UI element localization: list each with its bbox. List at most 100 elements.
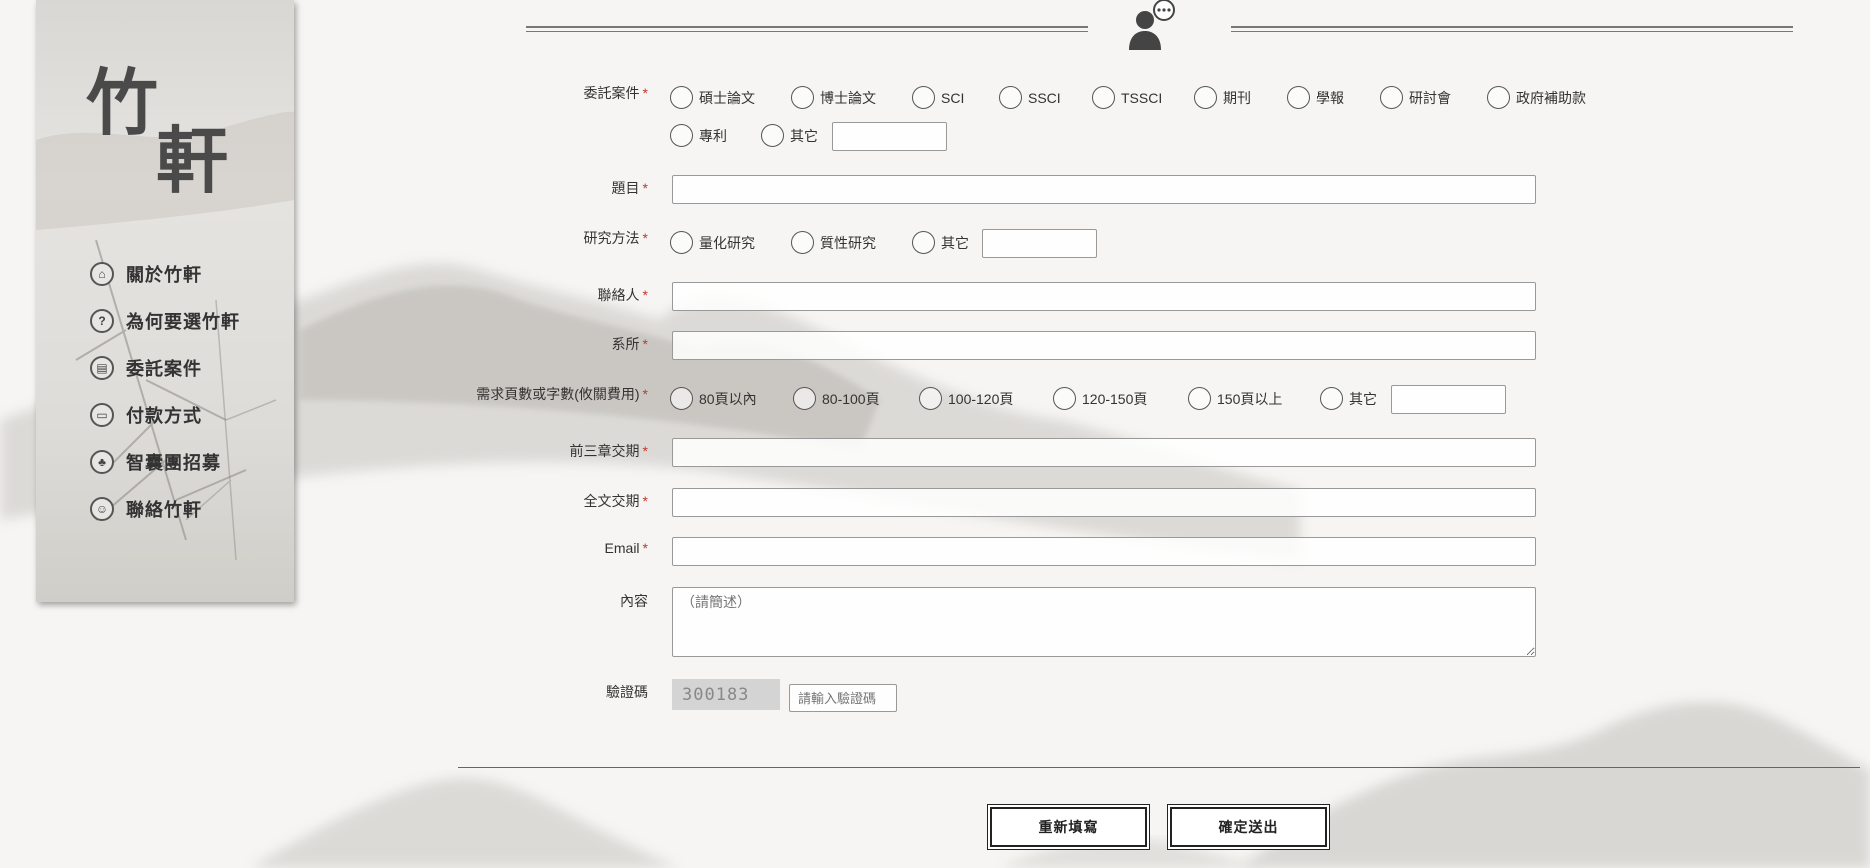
sidebar-item-payment[interactable]: ▭ 付款方式 [90,391,240,438]
radio-label: 專利 [699,127,727,144]
reset-button[interactable]: 重新填寫 [987,804,1150,850]
radio-circle[interactable] [791,231,814,254]
radio-label: SCI [941,89,965,106]
radio-circle[interactable] [1487,86,1510,109]
captcha-image: 300183 [672,679,780,710]
email-input[interactable] [672,537,1536,566]
radio-circle[interactable] [793,387,816,410]
radio-circle[interactable] [1194,86,1217,109]
department-input[interactable] [672,331,1536,360]
radio-label: 期刊 [1223,89,1251,106]
radio-circle[interactable] [912,86,935,109]
sidebar-item-contact[interactable]: ☺ 聯絡竹軒 [90,485,240,532]
team-icon: ♣ [90,449,114,474]
radio-circle[interactable] [912,231,935,254]
radio-circle[interactable] [1287,86,1310,109]
radio-label: TSSCI [1121,89,1163,106]
method-other-input[interactable] [982,229,1097,258]
submit-button[interactable]: 確定送出 [1167,804,1330,850]
sidebar-item-why[interactable]: ? 為何要選竹軒 [90,297,240,344]
radio-circle[interactable] [670,231,693,254]
method-label-text: 研究方法 [583,230,640,246]
pages-option-80-100[interactable]: 80-100頁 [793,387,880,410]
case-type-option-journal[interactable]: 期刊 [1194,86,1251,109]
radio-circle[interactable] [791,86,814,109]
radio-label: 150頁以上 [1217,390,1283,407]
radio-label: 學報 [1316,89,1344,106]
radio-circle[interactable] [999,86,1022,109]
title-input[interactable] [672,175,1536,204]
pages-label: 需求頁數或字數(攸關費用) * [476,384,648,404]
case-type-option-ssci[interactable]: SSCI [999,86,1061,109]
captcha-input[interactable] [789,684,897,712]
department-label-text: 系所 [611,336,640,352]
first3-deadline-input[interactable] [672,438,1536,467]
case-type-option-sci[interactable]: SCI [912,86,964,109]
required-mark: * [642,85,648,101]
radio-circle[interactable] [1092,86,1115,109]
content-textarea[interactable] [672,587,1536,657]
sidebar-item-label: 委託案件 [126,358,202,380]
pages-other-input[interactable] [1391,385,1506,414]
radio-circle[interactable] [1188,387,1211,410]
radio-label: 其它 [1349,390,1377,407]
radio-circle[interactable] [919,387,942,410]
sidebar-item-cases[interactable]: ▤ 委託案件 [90,344,240,391]
radio-circle[interactable] [670,387,693,410]
radio-label: 其它 [790,127,818,144]
method-option-qualitative[interactable]: 質性研究 [791,231,876,254]
sidebar-nav: ⌂ 關於竹軒 ? 為何要選竹軒 ▤ 委託案件 ▭ 付款方式 ♣ 智囊團招募 ☺ … [90,250,240,532]
header-divider-left [526,26,1088,32]
sidebar-item-about[interactable]: ⌂ 關於竹軒 [90,250,240,297]
form-divider [458,767,1860,768]
contact-input[interactable] [672,282,1536,311]
sidebar-item-label: 付款方式 [126,405,202,427]
case-type-option-patent[interactable]: 專利 [670,124,727,147]
full-deadline-input[interactable] [672,488,1536,517]
sidebar-item-label: 關於竹軒 [126,264,202,286]
case-type-option-grant[interactable]: 政府補助款 [1487,86,1586,109]
radio-circle[interactable] [1320,387,1343,410]
contact-label-text: 聯絡人 [597,287,640,303]
radio-circle[interactable] [1053,387,1076,410]
pages-option-120-150[interactable]: 120-150頁 [1053,387,1147,410]
required-mark: * [642,230,648,246]
pages-option-80[interactable]: 80頁以內 [670,387,757,410]
case-type-label-text: 委託案件 [583,85,640,101]
sidebar-item-label: 聯絡竹軒 [126,499,202,521]
radio-circle[interactable] [761,124,784,147]
logo-char-1: 竹 [86,60,159,145]
case-type-option-phd[interactable]: 博士論文 [791,86,876,109]
pages-option-100-120[interactable]: 100-120頁 [919,387,1013,410]
pages-option-150[interactable]: 150頁以上 [1188,387,1282,410]
submit-button-label: 確定送出 [1170,807,1327,847]
case-type-option-seminar[interactable]: 研討會 [1380,86,1451,109]
content-label: 內容 [620,591,648,611]
radio-label: 碩士論文 [699,89,755,106]
content-label-text: 內容 [620,593,648,609]
case-type-other-input[interactable] [832,122,947,151]
case-type-option-tssci[interactable]: TSSCI [1092,86,1162,109]
radio-circle[interactable] [1380,86,1403,109]
reset-button-label: 重新填寫 [990,807,1147,847]
document-icon: ▤ [90,355,114,380]
case-type-option-bulletin[interactable]: 學報 [1287,86,1344,109]
captcha-label: 驗證碼 [606,682,648,702]
case-type-option-other[interactable]: 其它 [761,124,818,147]
pages-label-text: 需求頁數或字數(攸關費用) [476,386,640,402]
method-option-other[interactable]: 其它 [912,231,969,254]
method-label: 研究方法 * [584,228,648,248]
title-label-text: 題目 [611,180,640,196]
radio-circle[interactable] [670,124,693,147]
method-option-quantitative[interactable]: 量化研究 [670,231,755,254]
sidebar-item-recruit[interactable]: ♣ 智囊團招募 [90,438,240,485]
radio-circle[interactable] [670,86,693,109]
radio-label: 質性研究 [820,234,876,251]
radio-label: 80-100頁 [822,390,880,407]
sidebar-item-label: 智囊團招募 [126,452,221,474]
case-type-option-master[interactable]: 碩士論文 [670,86,755,109]
required-mark: * [642,336,648,352]
pages-option-other[interactable]: 其它 [1320,387,1377,410]
home-icon: ⌂ [90,261,114,286]
question-icon: ? [90,308,114,333]
